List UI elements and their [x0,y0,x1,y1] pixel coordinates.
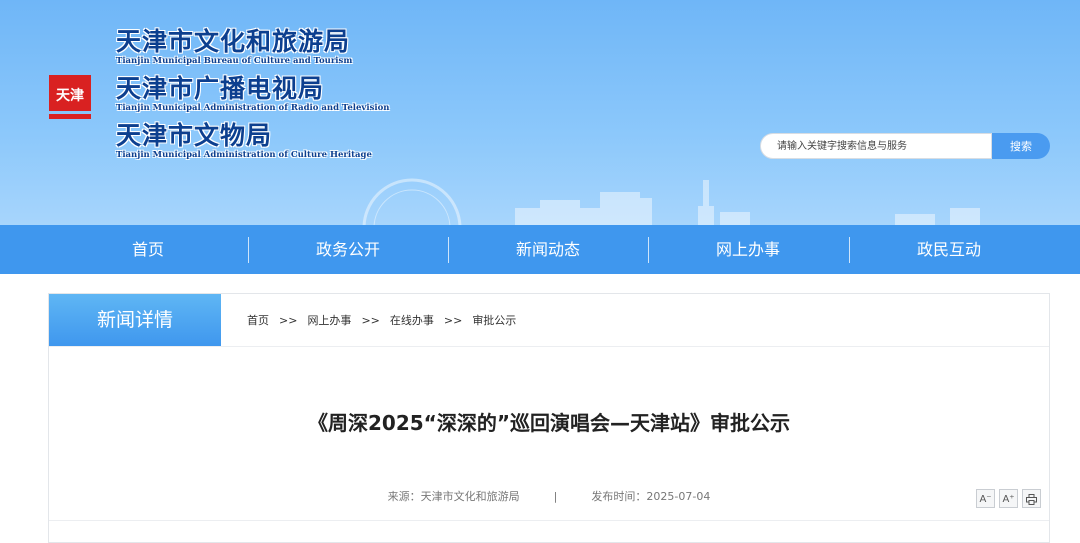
breadcrumb-home[interactable]: 首页 [247,312,269,328]
breadcrumb-approval-notice[interactable]: 审批公示 [472,312,516,328]
article-meta: 来源：天津市文化和旅游局 | 发布时间：2025-07-04 [49,488,1049,504]
site-header: 天津 天津市文化和旅游局 Tianjin Municipal Bureau of… [0,0,1080,225]
bureau-title-1: 天津市文化和旅游局 [116,27,351,56]
nav-item-news[interactable]: 新闻动态 [448,225,648,274]
news-detail-panel: 新闻详情 首页 >> 网上办事 >> 在线办事 >> 审批公示 《周深2025“深深的”巡回… [48,293,1050,543]
site-logo[interactable]: 天津 [48,74,92,122]
breadcrumb-separator: >> [279,314,298,327]
search-input[interactable] [760,133,992,159]
nav-item-home[interactable]: 首页 [48,225,248,274]
print-icon [1026,494,1037,505]
breadcrumb-online-handling[interactable]: 在线办事 [390,312,434,328]
bureau-subtitle-1: Tianjin Municipal Bureau of Culture and … [116,56,353,66]
article-tools: A⁻ A⁺ [972,489,1041,508]
breadcrumb-separator: >> [361,314,380,327]
bureau-subtitle-3: Tianjin Municipal Administration of Cult… [116,150,372,160]
main-nav: 首页 政务公开 新闻动态 网上办事 政民互动 [0,225,1080,274]
nav-item-government-affairs[interactable]: 政务公开 [248,225,448,274]
meta-divider [49,520,1049,521]
tianjin-seal-icon: 天津 [49,75,91,119]
bureau-title-3: 天津市文物局 [116,121,273,150]
breadcrumb: 首页 >> 网上办事 >> 在线办事 >> 审批公示 [247,312,516,328]
breadcrumb-separator: >> [443,314,463,327]
news-detail-tab: 新闻详情 [49,294,221,346]
article-publish-date: 发布时间：2025-07-04 [591,490,711,503]
header-divider [49,346,1049,347]
site-search: 搜索 [760,133,1050,159]
bureau-title-2: 天津市广播电视局 [116,74,325,103]
breadcrumb-online-services[interactable]: 网上办事 [307,312,351,328]
meta-separator: | [553,490,558,503]
search-button[interactable]: 搜索 [992,133,1050,159]
article-title: 《周深2025“深深的”巡回演唱会—天津站》审批公示 [308,411,790,435]
nav-item-interaction[interactable]: 政民互动 [849,225,1049,274]
svg-text:天津: 天津 [56,87,84,104]
print-button[interactable] [1022,489,1041,508]
nav-item-online-services[interactable]: 网上办事 [648,225,848,274]
article-source: 来源：天津市文化和旅游局 [387,490,520,503]
bureau-titles: 天津市文化和旅游局 Tianjin Municipal Bureau of Cu… [116,28,389,169]
font-decrease-button[interactable]: A⁻ [976,489,995,508]
bureau-subtitle-2: Tianjin Municipal Administration of Radi… [116,103,390,113]
font-increase-button[interactable]: A⁺ [999,489,1018,508]
